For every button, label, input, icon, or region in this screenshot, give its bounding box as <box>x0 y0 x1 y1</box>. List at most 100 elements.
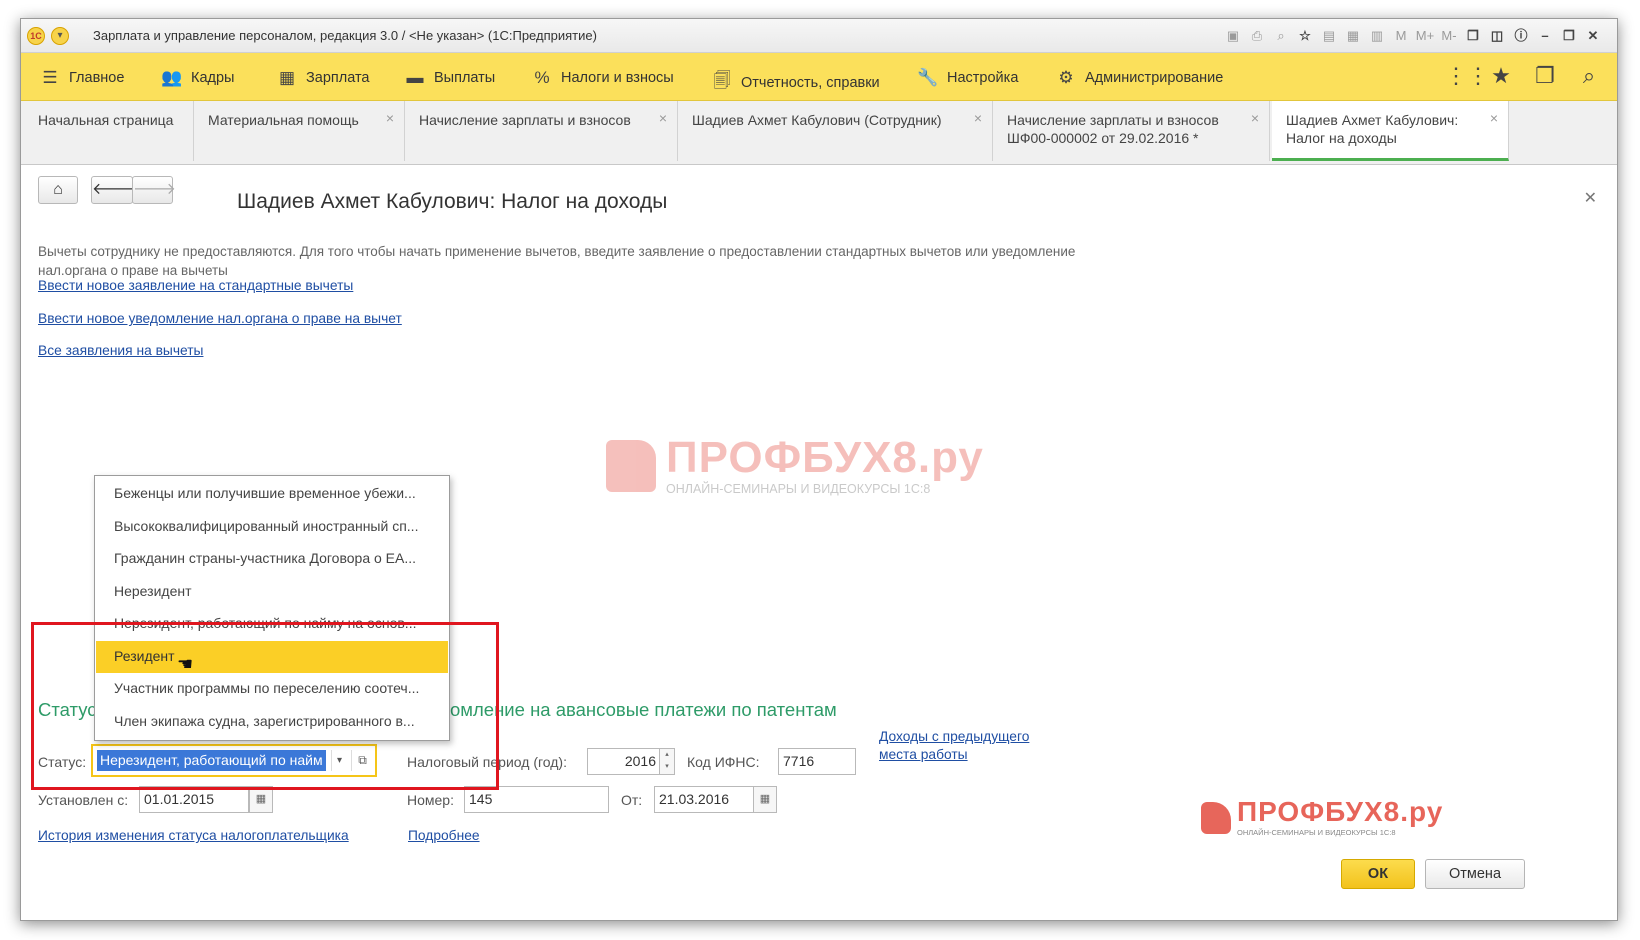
new-application-link[interactable]: Ввести новое заявление на стандартные вы… <box>38 278 353 293</box>
list-item[interactable]: Беженцы или получившие временное убежи..… <box>96 478 448 510</box>
menu-icon: ☰ <box>42 68 58 87</box>
layout-icon[interactable]: ◫ <box>1487 26 1507 46</box>
close-icon[interactable]: × <box>974 109 982 127</box>
section-panel: ☰ Главное 👥 Кадры ▦ Зарплата ▬ Выплаты %… <box>21 53 1617 101</box>
tab-payroll-document[interactable]: Начисление зарплаты и взносов ШФ00-00000… <box>993 101 1270 161</box>
history-icon[interactable]: ❐ <box>1533 63 1557 89</box>
from-date-field[interactable]: 21.03.2016 <box>654 786 754 813</box>
calculator-icon: ▦ <box>278 68 296 87</box>
form-title: Шадиев Ахмет Кабулович: Налог на доходы <box>237 190 668 213</box>
number-field[interactable]: 145 <box>464 786 609 813</box>
section-admin[interactable]: ⚙ Администрирование <box>1055 68 1223 88</box>
section-label: Администрирование <box>1085 70 1224 86</box>
close-icon[interactable]: ✕ <box>1583 26 1603 46</box>
tab-label: Материальная помощь <box>208 112 359 128</box>
print-icon[interactable]: ⎙ <box>1247 26 1267 46</box>
star-icon[interactable]: ★ <box>1489 63 1513 89</box>
watermark-logo-icon <box>606 440 656 492</box>
calculator-icon[interactable]: ▦ <box>1343 26 1363 46</box>
wrench-icon: 🔧 <box>917 68 939 87</box>
section-label: Кадры <box>191 70 235 86</box>
title-toolbar: ▣ ⎙ ⌕ ☆ ▤ ▦ ▥ M M+ M- ❐ ◫ ⓘ – ❐ ✕ <box>1223 25 1603 47</box>
back-button[interactable]: 🡐 <box>91 176 135 204</box>
people-icon: 👥 <box>161 68 183 87</box>
cancel-button[interactable]: Отмена <box>1425 859 1525 889</box>
main-menu-icon[interactable]: ▾ <box>51 27 69 45</box>
section-payments[interactable]: ▬ Выплаты <box>404 68 496 88</box>
app-logo-icon[interactable]: 1С <box>27 27 45 45</box>
watermark-subtitle: ОНЛАЙН-СЕМИНАРЫ И ВИДЕОКУРСЫ 1С:8 <box>666 482 931 496</box>
title-bar: 1С ▾ Зарплата и управление персоналом, р… <box>21 19 1617 53</box>
memory-minus-icon[interactable]: M- <box>1439 26 1459 46</box>
favorites-icon[interactable]: ☆ <box>1295 26 1315 46</box>
status-history-link[interactable]: История изменения статуса налогоплательщ… <box>38 828 349 843</box>
reports-icon: 🗐 <box>713 71 731 90</box>
info-icon[interactable]: ⓘ <box>1511 26 1531 46</box>
ifns-field[interactable]: 7716 <box>778 748 856 775</box>
watermark-small: ПРОФБУХ8.ру ОНЛАЙН-СЕМИНАРЫ И ВИДЕОКУРСЫ… <box>1201 798 1443 837</box>
from-label: От: <box>621 792 643 808</box>
gear-icon: ⚙ <box>1058 68 1074 87</box>
section-label: Выплаты <box>434 70 496 86</box>
tab-label: Начальная страница <box>38 112 174 128</box>
calendar-icon[interactable]: ▦ <box>249 786 273 813</box>
tab-income-tax[interactable]: Шадиев Ахмет Кабулович: Налог на доходы … <box>1272 101 1509 161</box>
more-link[interactable]: Подробнее <box>408 828 480 843</box>
close-icon[interactable]: × <box>386 109 394 127</box>
deductions-info-text: Вычеты сотруднику не предоставляются. Дл… <box>38 244 1076 278</box>
apps-grid-icon[interactable]: ⋮⋮ <box>1445 63 1489 89</box>
tab-label: Шадиев Ахмет Кабулович: Налог на доходы <box>1286 112 1459 146</box>
windows-icon[interactable]: ❐ <box>1463 26 1483 46</box>
close-icon[interactable]: × <box>1490 109 1498 127</box>
history-icon[interactable]: ▤ <box>1319 26 1339 46</box>
payment-icon: ▬ <box>406 68 424 87</box>
tab-material-aid[interactable]: Материальная помощь × <box>194 101 405 161</box>
list-item[interactable]: Высококвалифицированный иностранный сп..… <box>96 511 448 543</box>
close-icon[interactable]: × <box>1251 109 1259 127</box>
year-stepper[interactable]: ▴ ▾ <box>659 748 675 775</box>
close-icon[interactable]: × <box>659 109 667 127</box>
save-icon[interactable]: ▣ <box>1223 26 1243 46</box>
list-item[interactable]: Нерезидент <box>96 576 448 608</box>
memory-plus-icon[interactable]: M+ <box>1415 26 1435 46</box>
established-label: Установлен с: <box>38 792 129 808</box>
established-date-field[interactable]: 01.01.2015 <box>139 786 249 813</box>
memory-m-icon[interactable]: M <box>1391 26 1411 46</box>
tab-employee[interactable]: Шадиев Ахмет Кабулович (Сотрудник) × <box>678 101 993 161</box>
number-label: Номер: <box>407 792 454 808</box>
patent-notice-heading: омление на авансовые платежи по патентам <box>450 699 837 720</box>
new-notice-link[interactable]: Ввести новое уведомление нал.органа о пр… <box>38 311 402 326</box>
section-tools: ⋮⋮ ★ ❐ ⌕ <box>1445 63 1601 89</box>
section-label: Главное <box>69 70 125 86</box>
forward-button[interactable]: 🡒 <box>132 176 176 204</box>
section-taxes[interactable]: % Налоги и взносы <box>531 68 674 88</box>
tab-label: Начисление зарплаты и взносов ШФ00-00000… <box>1007 112 1219 146</box>
preview-icon[interactable]: ⌕ <box>1271 26 1291 46</box>
percent-icon: % <box>534 68 550 87</box>
calendar-icon[interactable]: ▥ <box>1367 26 1387 46</box>
tab-label: Шадиев Ахмет Кабулович (Сотрудник) <box>692 112 942 128</box>
watermark-logo-icon <box>1201 801 1231 834</box>
close-icon[interactable]: ✕ <box>1584 188 1597 208</box>
list-item[interactable]: Гражданин страны-участника Договора о ЕА… <box>96 543 448 575</box>
window-title: Зарплата и управление персоналом, редакц… <box>93 28 597 43</box>
prev-income-link[interactable]: Доходы с предыдущего места работы <box>879 728 1054 764</box>
section-salary[interactable]: ▦ Зарплата <box>276 68 370 88</box>
ok-button[interactable]: ОК <box>1341 859 1415 889</box>
tab-home[interactable]: Начальная страница <box>24 101 194 161</box>
tax-period-field[interactable]: 2016 <box>587 748 661 775</box>
calendar-icon[interactable]: ▦ <box>753 786 777 813</box>
section-label: Налоги и взносы <box>561 70 674 86</box>
section-settings[interactable]: 🔧 Настройка <box>917 68 1018 88</box>
restore-icon[interactable]: ❐ <box>1559 26 1579 46</box>
minimize-icon[interactable]: – <box>1535 26 1555 46</box>
tab-payroll[interactable]: Начисление зарплаты и взносов × <box>405 101 678 161</box>
section-hr[interactable]: 👥 Кадры <box>161 68 234 88</box>
tab-label: Начисление зарплаты и взносов <box>419 112 631 128</box>
all-applications-link[interactable]: Все заявления на вычеты <box>38 343 203 358</box>
section-main[interactable]: ☰ Главное <box>39 68 124 88</box>
highlight-frame <box>31 622 499 790</box>
section-reports[interactable]: 🗐 Отчетность, справки <box>711 68 880 97</box>
search-icon[interactable]: ⌕ <box>1577 63 1601 89</box>
home-button[interactable]: ⌂ <box>38 176 78 204</box>
